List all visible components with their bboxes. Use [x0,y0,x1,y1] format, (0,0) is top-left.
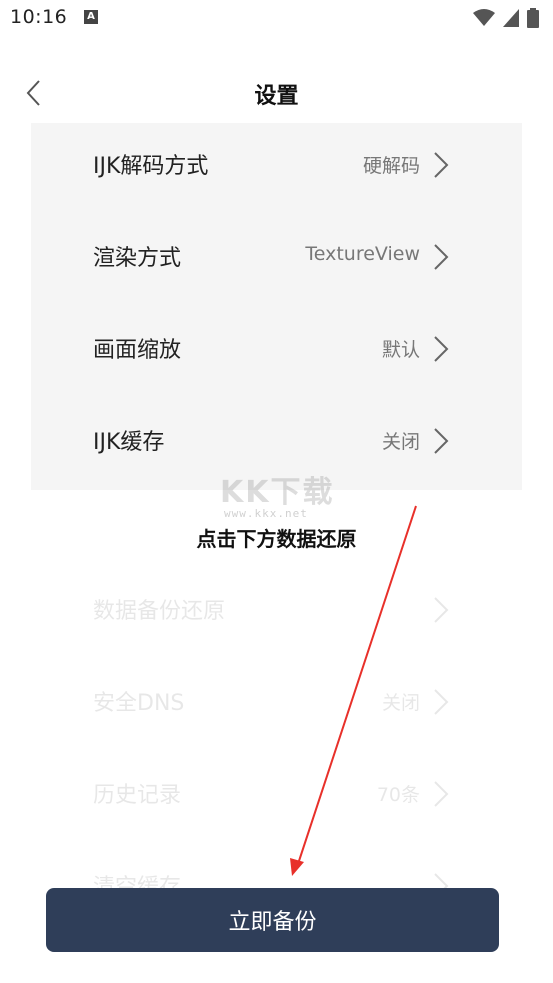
setting-row-ijk-decode[interactable]: IJK解码方式 硬解码 [31,123,522,215]
setting-value: 关闭 [381,431,420,453]
battery-icon [527,8,539,28]
chevron-right-icon [434,152,449,178]
backup-now-button[interactable]: 立即备份 [46,888,499,952]
signal-icon [503,9,519,27]
chevron-right-icon [434,428,449,454]
setting-value: 70条 [376,784,420,806]
watermark-logo: KK下载 [220,475,335,510]
chevron-right-icon [434,244,449,270]
setting-row-render-mode[interactable]: 渲染方式 TextureView [31,215,522,307]
settings-panel: IJK解码方式 硬解码 渲染方式 TextureView 画面缩放 默认 IJK… [31,123,522,490]
setting-value: 硬解码 [362,155,420,177]
setting-row-screen-scale[interactable]: 画面缩放 默认 [31,307,522,399]
status-time: 10:16 [10,6,68,28]
setting-value: 关闭 [381,692,420,714]
chevron-right-icon [434,597,449,623]
setting-value: 默认 [381,339,420,361]
wifi-icon [473,9,495,26]
setting-label: IJK解码方式 [93,154,209,179]
chevron-right-icon [434,689,449,715]
setting-row-secure-dns: 安全DNS 关闭 [31,660,522,752]
status-bar: 10:16 A [0,0,553,38]
setting-row-data-backup: 数据备份还原 [31,568,522,660]
notification-a-icon: A [84,10,98,24]
hint-text: 点击下方数据还原 [196,527,357,551]
setting-label: 历史记录 [93,783,182,808]
setting-label: 渲染方式 [93,246,182,271]
watermark: KK下载 www.kkx.net [210,467,350,527]
setting-row-history: 历史记录 70条 [31,752,522,844]
setting-label: 数据备份还原 [93,599,226,624]
setting-label: IJK缓存 [93,430,165,455]
faded-settings-list: 数据备份还原 安全DNS 关闭 历史记录 70条 清空缓存 [31,568,522,908]
chevron-right-icon [434,781,449,807]
nav-bar: 设置 [0,60,553,124]
chevron-right-icon [434,336,449,362]
page-title: 设置 [254,84,299,109]
setting-value: TextureView [305,243,420,265]
setting-label: 画面缩放 [93,338,182,363]
setting-label: 安全DNS [93,691,185,716]
status-icons [473,8,539,28]
watermark-url: www.kkx.net [224,507,308,520]
